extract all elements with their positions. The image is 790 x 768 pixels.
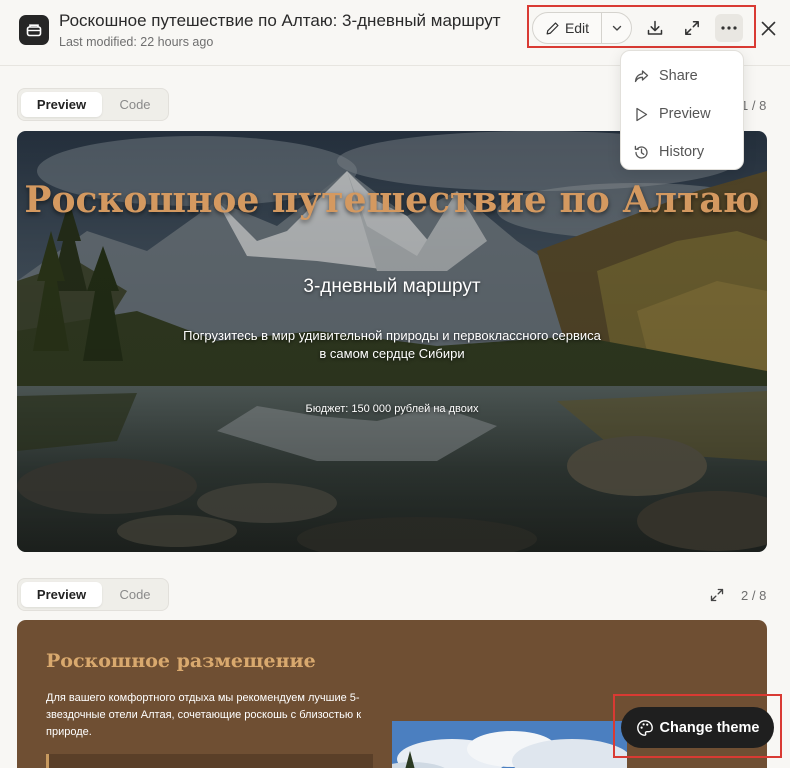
page-indicator: 1 / 8 — [741, 98, 767, 113]
menu-item-label: Share — [659, 68, 698, 84]
sky-photo — [392, 721, 627, 768]
tab-code[interactable]: Code — [104, 582, 166, 607]
share-icon — [634, 69, 649, 82]
slide-1: Роскошное путешествие по Алтаю 3-дневный… — [17, 131, 767, 552]
slide-budget: Бюджет: 150 000 рублей на двоих — [305, 403, 479, 415]
edit-group: Edit — [532, 12, 632, 44]
slide-subtitle: 3-дневный маршрут — [303, 276, 481, 297]
chevron-down-icon — [612, 25, 622, 31]
close-button[interactable] — [755, 15, 781, 41]
view-tabs: Preview Code — [17, 88, 169, 121]
change-theme-button[interactable]: Change theme — [621, 707, 774, 748]
artifact-icon — [19, 15, 49, 45]
menu-item-share[interactable]: Share — [621, 57, 743, 95]
edit-label: Edit — [564, 20, 590, 36]
play-icon — [636, 107, 648, 121]
expand-icon — [710, 588, 724, 602]
ellipsis-icon — [721, 26, 737, 30]
slide-text: Для вашего комфортного отдыха мы рекомен… — [46, 692, 362, 738]
download-button[interactable] — [641, 14, 669, 42]
last-modified: Last modified: 22 hours ago — [59, 35, 214, 49]
page-indicator: 2 / 8 — [741, 588, 767, 603]
slide-title: Роскошное размещение — [46, 650, 316, 672]
close-icon — [761, 21, 775, 35]
more-options-menu: Share Preview History — [620, 50, 744, 170]
change-theme-label: Change theme — [659, 719, 760, 736]
tab-preview[interactable]: Preview — [21, 582, 102, 607]
slide-description: Погрузитесь в мир удивительной природы и… — [183, 328, 601, 361]
palette-icon — [636, 719, 653, 736]
info-box — [46, 754, 373, 768]
menu-item-preview[interactable]: Preview — [621, 95, 743, 133]
fullscreen-button[interactable] — [678, 14, 706, 42]
more-options-button[interactable] — [715, 14, 743, 42]
menu-item-label: History — [659, 144, 705, 160]
expand-icon — [685, 21, 699, 35]
menu-item-label: Preview — [659, 106, 711, 122]
slide-fullscreen-button[interactable] — [703, 581, 731, 609]
edit-dropdown-button[interactable] — [602, 13, 632, 43]
tab-preview[interactable]: Preview — [21, 92, 102, 117]
tab-code[interactable]: Code — [104, 92, 166, 117]
history-icon — [634, 145, 648, 159]
menu-item-history[interactable]: History — [621, 133, 743, 171]
slide-title: Роскошное путешествие по Алтаю — [24, 179, 760, 221]
view-tabs: Preview Code — [17, 578, 169, 611]
download-icon — [647, 20, 663, 35]
pencil-icon — [546, 21, 559, 34]
edit-button[interactable]: Edit — [533, 13, 601, 43]
document-title: Роскошное путешествие по Алтаю: 3-дневны… — [59, 11, 501, 30]
